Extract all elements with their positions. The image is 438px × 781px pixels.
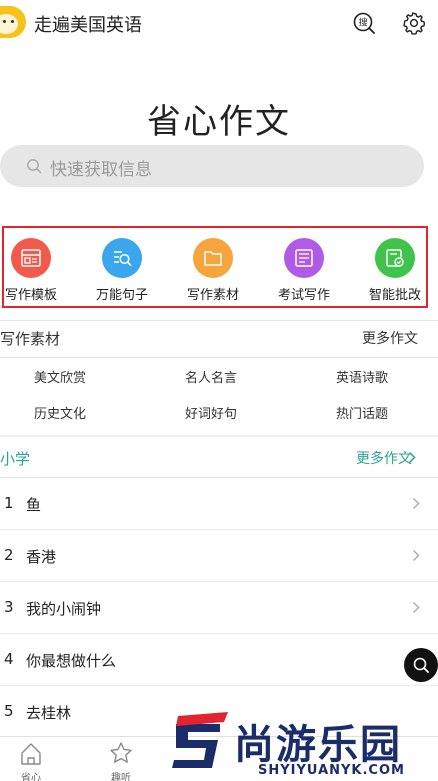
category-label: 写作素材 (186, 288, 239, 303)
item-number: 3 (4, 598, 14, 616)
search-input[interactable]: 快速获取信息 (0, 145, 424, 187)
floating-search-button[interactable] (404, 648, 438, 682)
category-label: 考试写作 (277, 288, 330, 303)
list-item[interactable]: 3 我的小闹钟 (0, 582, 438, 634)
star-icon (110, 742, 132, 763)
avatar[interactable] (0, 6, 26, 38)
item-number: 4 (4, 650, 14, 668)
category-smart-correction[interactable]: 智能批改 (360, 238, 430, 303)
exam-sheet-icon (284, 238, 324, 278)
avatar-face (0, 14, 18, 34)
section-title: 写作素材 (0, 330, 61, 348)
item-number: 1 (4, 494, 14, 512)
watermark-url: SHYIYUANYK.COM (258, 763, 405, 778)
material-item[interactable]: 名人名言 (151, 367, 271, 386)
divider (0, 357, 438, 358)
item-number: 2 (4, 546, 14, 564)
chevron-right-icon (413, 602, 420, 613)
material-item[interactable]: 好词好句 (151, 403, 271, 422)
avatar-eye (3, 20, 6, 23)
category-label: 万能句子 (95, 288, 148, 303)
materials-section-header: 写作素材 更多作文 (0, 318, 438, 358)
search-icon[interactable]: 搜 (352, 11, 376, 35)
category-label: 智能批改 (368, 288, 421, 303)
folder-icon (193, 238, 233, 278)
app-title: 走遍美国英语 (34, 15, 142, 36)
page-title: 省心作文 (147, 102, 291, 142)
watermark: 尚游乐园 SHYIYUANYK.COM (168, 706, 438, 781)
item-title: 你最想做什么 (26, 652, 117, 670)
divider (0, 435, 438, 437)
material-item[interactable]: 热门话题 (302, 403, 422, 422)
category-writing-template[interactable]: 写作模板 (0, 238, 66, 303)
tab-home[interactable]: 省心 (9, 739, 53, 781)
primary-section-header: 小学 更多作文 (0, 438, 438, 478)
list-item[interactable]: 2 香港 (0, 530, 438, 582)
item-title: 香港 (26, 548, 57, 566)
chevron-right-icon (413, 498, 420, 509)
item-number: 5 (4, 702, 14, 720)
watermark-text: 尚游乐园 (234, 722, 402, 768)
category-label: 写作模板 (4, 288, 57, 303)
category-universal-sentences[interactable]: 万能句子 (87, 238, 157, 303)
material-item[interactable]: 美文欣赏 (0, 367, 120, 386)
sentence-search-icon (102, 238, 142, 278)
avatar-eye (11, 20, 14, 23)
list-item[interactable]: 4 你最想做什么 (0, 634, 438, 686)
material-item[interactable]: 历史文化 (0, 403, 120, 422)
home-icon (21, 743, 41, 765)
watermark-logo (172, 712, 228, 768)
app-header: 走遍美国英语 搜 (0, 0, 438, 46)
material-item[interactable]: 英语诗歌 (302, 367, 422, 386)
search-placeholder: 快速获取信息 (50, 160, 152, 180)
smart-correct-icon (375, 238, 415, 278)
svg-text:搜: 搜 (358, 17, 367, 29)
category-writing-material[interactable]: 写作素材 (178, 238, 248, 303)
item-title: 我的小闹钟 (26, 600, 102, 618)
search-icon (413, 657, 429, 673)
category-exam-writing[interactable]: 考试写作 (269, 238, 339, 303)
section-title: 小学 (0, 450, 31, 468)
search-icon (27, 159, 42, 174)
category-strip: 写作模板 万能句子 写作素材 考试写作 智能批改 (2, 226, 428, 308)
template-icon (11, 238, 51, 278)
gear-icon[interactable] (402, 11, 426, 35)
item-title: 鱼 (26, 496, 42, 514)
tab-label: 趣听 (111, 773, 131, 781)
more-essays-link[interactable]: 更多作文 (362, 328, 418, 348)
more-essays-link[interactable]: 更多作文 (356, 448, 412, 468)
chevron-right-icon[interactable] (408, 451, 416, 464)
tab-listen[interactable]: 趣听 (99, 739, 143, 781)
item-title: 去桂林 (26, 704, 72, 722)
tab-label: 省心 (21, 773, 41, 781)
list-item[interactable]: 1 鱼 (0, 478, 438, 530)
chevron-right-icon (413, 550, 420, 561)
